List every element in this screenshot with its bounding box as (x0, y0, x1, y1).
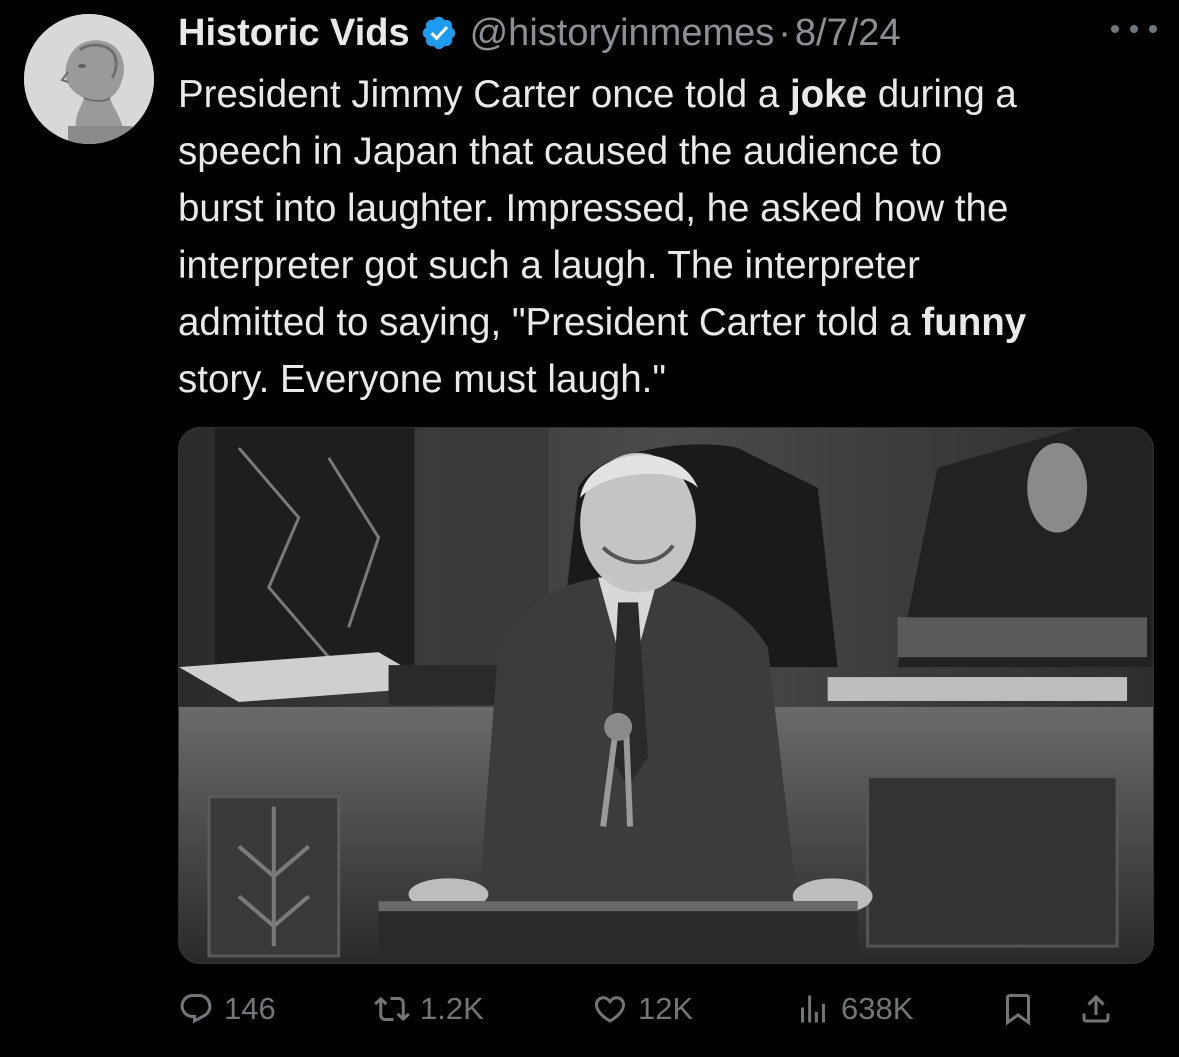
share-icon (1082, 994, 1110, 1023)
header-separator: · (778, 11, 791, 54)
tweet-text-segment: story. Everyone must laugh." (178, 358, 666, 401)
bookmark-button[interactable] (1000, 984, 1036, 1034)
views-chart-icon (801, 995, 825, 1023)
author-display-name[interactable]: Historic Vids (178, 12, 410, 55)
tweet-text-line: President Jimmy Carter once told a joke … (178, 66, 1168, 123)
tweet-text-line: interpreter got such a laugh. The interp… (178, 237, 1168, 294)
like-count: 12K (638, 991, 694, 1026)
share-button[interactable] (1078, 984, 1114, 1034)
tweet-text-bold: joke (789, 73, 868, 116)
tweet-text-segment: President Jimmy Carter once told a (178, 73, 790, 116)
tweet-text-segment: burst into laughter. Impressed, he asked… (178, 187, 1009, 230)
more-dot (1130, 25, 1138, 33)
more-options-icon[interactable] (1111, 14, 1157, 44)
retweet-button[interactable]: 1.2K (374, 984, 484, 1034)
more-dot (1111, 25, 1119, 33)
tweet-header: Historic Vids @historyinmemes · 8/7/24 (178, 8, 901, 58)
verified-badge-icon (422, 16, 455, 50)
reply-button[interactable]: 146 (178, 984, 276, 1034)
heart-icon (594, 996, 626, 1023)
tweet-text-bold: funny (921, 301, 1027, 344)
tweet-text-line: admitted to saying, "President Carter to… (178, 294, 1168, 351)
tweet-text-line: burst into laughter. Impressed, he asked… (178, 180, 1168, 237)
photo-speaker-at-podium-icon (179, 428, 1153, 963)
reply-count: 146 (224, 991, 276, 1026)
tweet-text-line: speech in Japan that caused the audience… (178, 123, 1168, 180)
tweet-text-line: story. Everyone must laugh." (178, 351, 1168, 408)
tweet-text: President Jimmy Carter once told a joke … (178, 66, 1168, 408)
tweet-date[interactable]: 8/7/24 (795, 12, 901, 55)
tweet[interactable]: Historic Vids @historyinmemes · 8/7/24 P… (0, 0, 1179, 1057)
marble-bust-icon (24, 14, 154, 144)
bookmark-icon (1006, 994, 1030, 1026)
retweet-count: 1.2K (420, 991, 484, 1026)
views-button[interactable]: 638K (795, 984, 913, 1034)
retweet-icon (374, 996, 410, 1022)
tweet-text-segment: admitted to saying, "President Carter to… (178, 301, 922, 344)
reply-icon (180, 994, 212, 1024)
author-handle[interactable]: @historyinmemes (470, 12, 775, 55)
tweet-media[interactable] (178, 427, 1154, 964)
tweet-text-segment: interpreter got such a laugh. The interp… (178, 244, 920, 287)
views-count: 638K (841, 991, 914, 1026)
tweet-text-segment: during a (867, 73, 1017, 116)
like-button[interactable]: 12K (592, 984, 693, 1034)
more-dot (1149, 25, 1157, 33)
author-avatar[interactable] (24, 14, 154, 144)
tweet-actions: 146 1.2K 12K 638K (178, 984, 1154, 1034)
tweet-text-segment: speech in Japan that caused the audience… (178, 130, 943, 173)
